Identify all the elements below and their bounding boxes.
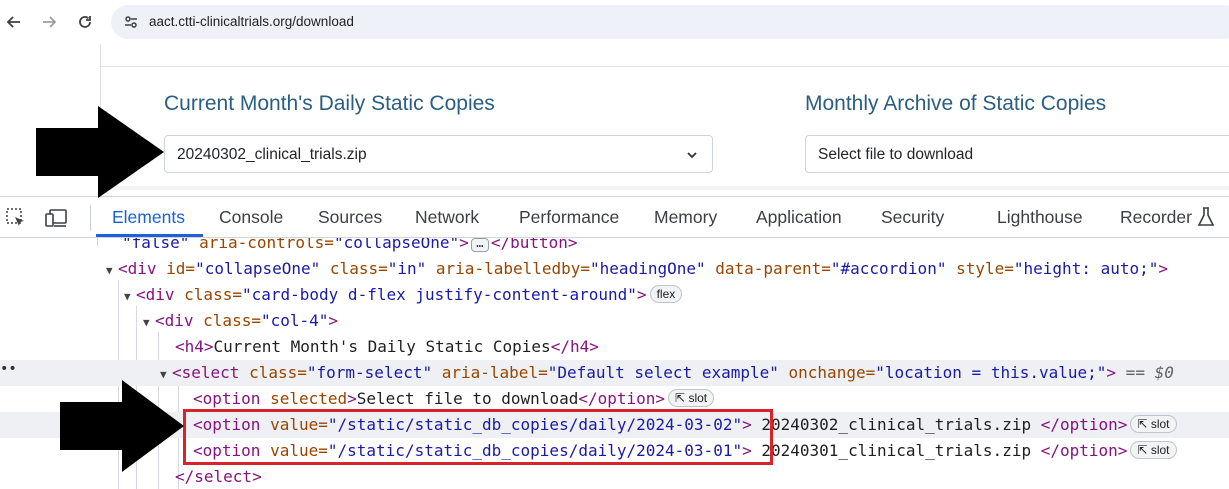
divider: [101, 66, 1229, 67]
tab-recorder[interactable]: Recorder: [1120, 197, 1192, 238]
reload-icon[interactable]: [73, 10, 97, 34]
tab-console[interactable]: Console: [219, 197, 283, 238]
tab-memory[interactable]: Memory: [654, 197, 717, 238]
reveal-icon: ⇱: [675, 391, 689, 405]
arrow-right-icon: [60, 380, 184, 472]
web-page: Current Month's Daily Static Copies 2024…: [0, 44, 1229, 190]
inspect-element-icon[interactable]: [5, 207, 27, 229]
toolbar-separator: [90, 205, 91, 231]
daily-file-select[interactable]: 20240302_clinical_trials.zip: [164, 135, 713, 173]
url-text: aact.ctti-clinicaltrials.org/download: [149, 14, 354, 29]
address-bar[interactable]: aact.ctti-clinicaltrials.org/download: [111, 5, 1229, 39]
tab-security[interactable]: Security: [881, 197, 944, 238]
tab-network[interactable]: Network: [415, 197, 479, 238]
slot-badge[interactable]: ⇱ slot: [1130, 415, 1177, 433]
dom-node-select[interactable]: •• ▼ <select class="form-select" aria-lab…: [0, 360, 1229, 386]
flex-badge[interactable]: flex: [649, 285, 683, 303]
devtools-tabbar: Elements Console Sources Network Perform…: [0, 196, 1229, 238]
tab-performance[interactable]: Performance: [519, 197, 619, 238]
daily-select-value: 20240302_clinical_trials.zip: [177, 146, 367, 163]
arrow-right-icon[interactable]: [37, 10, 61, 34]
dom-node-col4[interactable]: ▼ <div class="col-4">: [0, 308, 1229, 334]
device-toolbar-icon[interactable]: [45, 207, 67, 229]
highlight-box: [183, 409, 773, 465]
reveal-icon: ⇱: [1137, 443, 1151, 457]
daily-copies-title: Current Month's Daily Static Copies: [164, 92, 495, 115]
reveal-icon: ⇱: [1137, 417, 1151, 431]
active-tab-indicator: [96, 234, 203, 237]
expand-triangle-icon[interactable]: ▼: [143, 310, 155, 336]
monthly-select-value: Select file to download: [818, 146, 974, 163]
monthly-file-select[interactable]: Select file to download: [805, 135, 1229, 173]
dom-node-collapse-div[interactable]: ▼ <div id="collapseOne" class="in" aria-l…: [0, 256, 1229, 282]
tab-lighthouse[interactable]: Lighthouse: [997, 197, 1083, 238]
slot-badge[interactable]: ⇱ slot: [1130, 441, 1177, 459]
arrow-right-icon: [36, 106, 164, 198]
dom-node-button-end[interactable]: "false" aria-controls="collapseOne">… </b…: [0, 238, 1229, 256]
more-actions-icon[interactable]: ••: [0, 356, 17, 382]
browser-toolbar: aact.ctti-clinicaltrials.org/download: [0, 0, 1229, 44]
expand-triangle-icon[interactable]: ▼: [124, 284, 136, 310]
dom-node-h4[interactable]: <h4>Current Month's Daily Static Copies<…: [0, 334, 1229, 360]
dom-node-select-end[interactable]: </select>: [0, 464, 1229, 489]
tab-sources[interactable]: Sources: [318, 197, 382, 238]
tab-elements[interactable]: Elements: [112, 197, 185, 238]
monthly-archive-title: Monthly Archive of Static Copies: [805, 92, 1107, 115]
tune-icon[interactable]: [123, 14, 139, 30]
arrow-left-icon[interactable]: [2, 10, 26, 34]
divider: [101, 186, 1229, 190]
tab-application[interactable]: Application: [756, 197, 842, 238]
dom-node-card-body[interactable]: ▼ <div class="card-body d-flex justify-co…: [0, 282, 1229, 308]
expand-triangle-icon[interactable]: ▼: [106, 258, 118, 284]
chevron-down-icon: [687, 152, 697, 159]
slot-badge[interactable]: ⇱ slot: [668, 389, 715, 407]
flask-icon[interactable]: [1197, 206, 1219, 228]
more-icon[interactable]: …: [470, 238, 489, 252]
